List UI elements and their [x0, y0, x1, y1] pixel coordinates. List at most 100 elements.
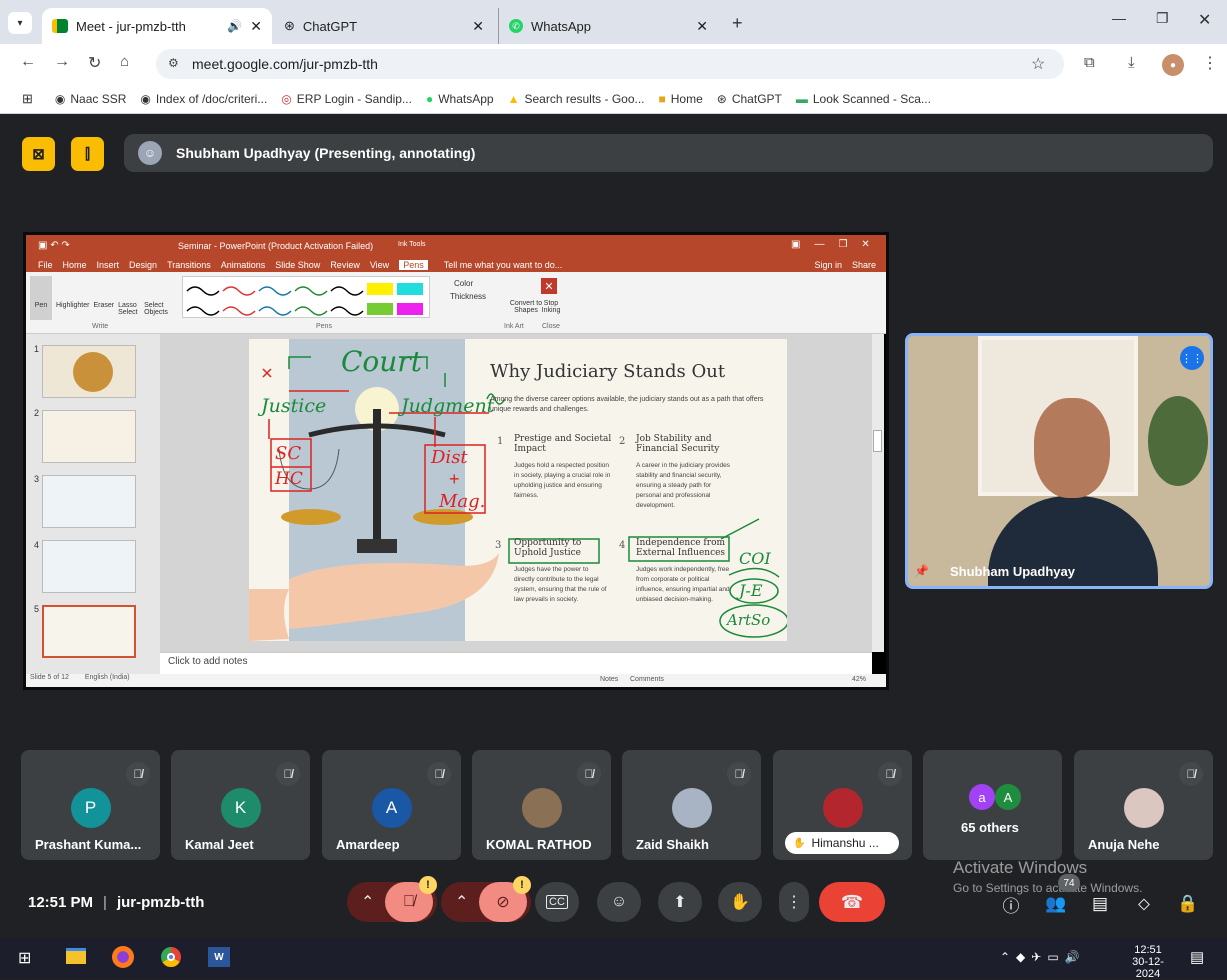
presenter-label: Shubham Upadhyay (Presenting, annotating… — [176, 145, 476, 161]
extensions-icon[interactable]: ⧉ — [1084, 54, 1095, 71]
video-options-button[interactable]: ⌃ ⊘! — [441, 876, 531, 922]
chevron-up-icon: ⌃ — [455, 894, 469, 911]
participant-tile[interactable]: 🎙̸ K Kamal Jeet — [171, 750, 310, 860]
tab-title: Meet - jur-pmzb-tth — [76, 18, 186, 34]
people-button[interactable]: 👥 74 — [1044, 874, 1080, 916]
sign-in-link: Sign in — [814, 259, 842, 270]
meeting-time: 12:51 PM — [28, 894, 94, 911]
name-chip: ✋ Himanshu ... — [785, 832, 899, 854]
profile-avatar[interactable]: ● — [1162, 54, 1184, 76]
mic-off-icon: 🎙̸ — [276, 762, 300, 786]
forward-button[interactable]: → — [54, 53, 70, 71]
annotation-mag: Mag. — [439, 491, 486, 512]
new-tab-button[interactable]: + — [732, 13, 743, 34]
ppt-status-bar: Slide 5 of 12 English (India) Notes Comm… — [26, 674, 886, 687]
raise-hand-button[interactable]: ✋ — [718, 882, 762, 922]
close-icon[interactable]: ✕ — [472, 18, 484, 35]
others-tile[interactable]: a A 65 others — [923, 750, 1062, 860]
site-info-icon[interactable]: ⚙ — [168, 56, 179, 70]
participant-tile[interactable]: 🎙̸ ✋ Himanshu ... — [773, 750, 912, 860]
address-bar[interactable]: ⚙ meet.google.com/jur-pmzb-tth — [156, 49, 1064, 79]
download-icon[interactable]: ⤓ — [1128, 54, 1135, 71]
participant-tile[interactable]: 🎙̸ KOMAL RATHOD — [472, 750, 611, 860]
presenter-banner: ☺ Shubham Upadhyay (Presenting, annotati… — [124, 134, 1213, 172]
menu-kebab-icon[interactable]: ⋮ — [1202, 53, 1218, 73]
chrome-icon[interactable] — [160, 946, 182, 968]
annotation-coi: COI — [739, 549, 771, 568]
tab-meet[interactable]: Meet - jur-pmzb-tth 🔊 ✕ — [42, 8, 272, 44]
others-count: 65 others — [961, 820, 1019, 835]
slide-thumbnail — [42, 475, 136, 528]
annotation-je: J-E — [739, 581, 763, 600]
participant-count-badge: 74 — [1058, 874, 1080, 892]
leave-call-button[interactable]: ☎ — [819, 882, 885, 922]
captions-button[interactable]: CC — [535, 882, 579, 922]
pin-icon[interactable]: 📌 — [914, 564, 929, 578]
apps-grid-icon[interactable]: ⊞ — [22, 91, 33, 107]
clock-date: 30-12-2024 — [1132, 956, 1164, 980]
stop-presenting-button[interactable]: ⊠ — [22, 137, 55, 171]
tab-whatsapp[interactable]: ✆ WhatsApp ✕ — [498, 8, 718, 44]
ppt-ribbon: Pen Highlighter Eraser Lasso Select Sele… — [26, 272, 886, 334]
activities-button[interactable]: ⬦ — [1132, 892, 1156, 916]
tab-chatgpt[interactable]: ⊛ ChatGPT ✕ — [274, 8, 494, 44]
avatar: A — [995, 784, 1021, 810]
participant-tile[interactable]: 🎙̸ Anuja Nehe — [1074, 750, 1213, 860]
window-close-button[interactable]: ✕ — [1198, 10, 1211, 30]
notifications-icon[interactable]: ▤ — [1190, 948, 1204, 966]
home-button[interactable]: ⌂ — [120, 53, 129, 70]
drive-icon: ▲ — [507, 91, 520, 106]
annotation-judgment: Judgment — [401, 395, 495, 417]
camera-off-button[interactable]: ⊘! — [479, 876, 531, 922]
item-title: Prestige and Societal Impact — [514, 434, 612, 454]
bookmark-home[interactable]: ■ Home — [659, 92, 703, 106]
participant-tile[interactable]: 🎙̸ P Prashant Kuma... — [21, 750, 160, 860]
file-explorer-icon[interactable] — [66, 948, 86, 964]
status-zoom: 42% — [852, 676, 867, 683]
system-tray-icons[interactable]: ⌃◆✈▭🔊 — [1000, 950, 1086, 964]
windows-start-icon[interactable]: ⊞ — [18, 948, 31, 968]
restore-button[interactable]: ❐ — [1156, 10, 1169, 27]
avatar: P — [70, 788, 111, 828]
self-video-tile[interactable]: ⋮⋮ 📌 Shubham Upadhyay — [905, 333, 1213, 589]
save-icon: ▣ ↶ ↷ — [38, 240, 70, 251]
host-controls-button[interactable]: 🔒 — [1176, 892, 1200, 916]
bookmark-search[interactable]: ▲ Search results - Goo... — [508, 92, 645, 106]
reload-button[interactable]: ↻ — [88, 53, 101, 73]
firefox-icon[interactable] — [112, 946, 134, 968]
clock-time: 12:51 — [1134, 944, 1162, 956]
menu-home: Home — [62, 259, 87, 270]
minimize-button[interactable]: — — [1112, 10, 1126, 26]
clock[interactable]: 12:51 30-12-2024 — [1120, 944, 1176, 980]
close-icon[interactable]: ✕ — [250, 18, 262, 35]
exit-button[interactable]: ⫿ — [71, 137, 104, 171]
bookmark-lookscanned[interactable]: ▬ Look Scanned - Sca... — [796, 92, 931, 106]
meeting-details-button[interactable]: ⓘ — [999, 892, 1023, 916]
annotation-sc: SC — [275, 443, 302, 464]
tab-search-button[interactable]: ▾ — [8, 12, 32, 34]
bookmark-whatsapp[interactable]: ● WhatsApp — [426, 92, 494, 106]
whatsapp-icon: ✆ — [509, 19, 523, 33]
meet-icon — [52, 19, 68, 33]
word-icon[interactable]: W — [208, 947, 230, 967]
present-button[interactable]: ⬆ — [658, 882, 702, 922]
back-button[interactable]: ← — [20, 53, 36, 71]
chat-button[interactable]: ▤ — [1088, 892, 1112, 916]
bookmark-naac[interactable]: ◉ Naac SSR — [55, 92, 127, 106]
bookmark-chatgpt[interactable]: ⊛ ChatGPT — [717, 92, 782, 106]
participant-tile[interactable]: 🎙̸ Zaid Shaikh — [622, 750, 761, 860]
item-number: 3 — [495, 540, 502, 551]
slide-heading: Why Judiciary Stands Out — [490, 361, 726, 382]
end-call-icon: ☎ — [840, 891, 864, 912]
reactions-button[interactable]: ☺ — [597, 882, 641, 922]
participant-tile[interactable]: 🎙̸ A Amardeep — [322, 750, 461, 860]
more-options-button[interactable]: ⋮ — [779, 882, 809, 922]
chatgpt-icon: ⊛ — [716, 91, 727, 106]
bookmark-index[interactable]: ◉ Index of /doc/criteri... — [140, 92, 267, 106]
bookmark-erp[interactable]: ◎ ERP Login - Sandip... — [281, 92, 412, 106]
close-icon[interactable]: ✕ — [696, 18, 708, 35]
mic-off-button[interactable]: 🎙̸! — [385, 876, 437, 922]
url-text: meet.google.com/jur-pmzb-tth — [192, 56, 378, 72]
audio-options-button[interactable]: ⌃ 🎙̸! — [347, 876, 437, 922]
bookmark-star-icon[interactable]: ☆ — [1031, 54, 1045, 74]
